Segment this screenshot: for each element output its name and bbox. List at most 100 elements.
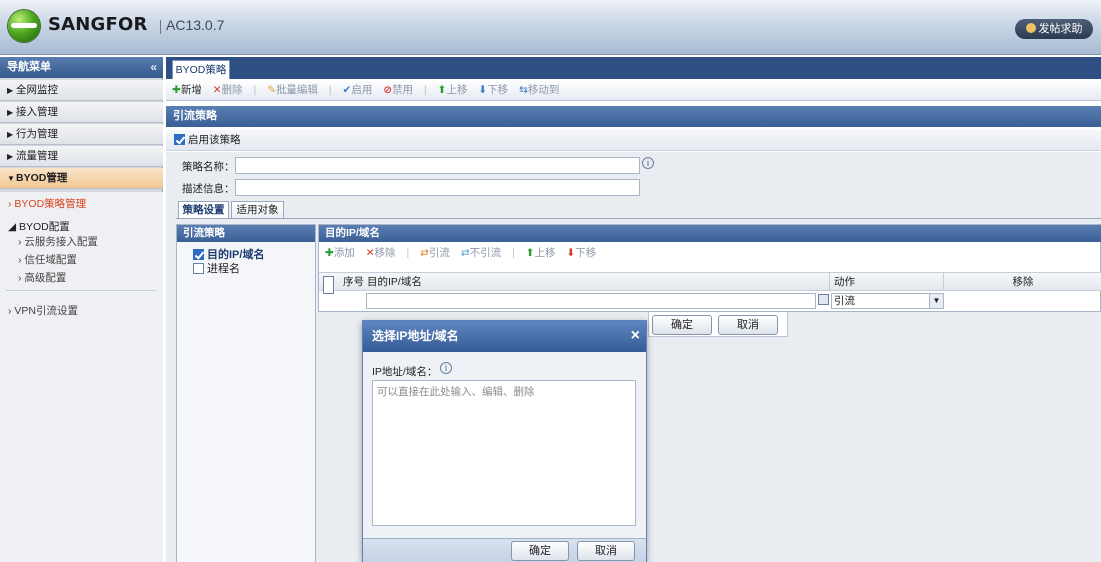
sidebar-item-traffic-mgmt[interactable]: ▶ 流量管理 (0, 146, 163, 167)
sidebar-submenu: › BYOD策略管理 ◢ BYOD配置 › 云服务接入配置 › 信任域配置 › … (0, 192, 163, 562)
chevron-down-icon[interactable]: ▼ (929, 294, 943, 308)
product-version: AC13.0.7 (166, 17, 225, 33)
delete-button[interactable]: ✕删除 (213, 84, 243, 96)
move-down-label: 下移 (487, 84, 509, 96)
dest-up-button[interactable]: ⬆上移 (526, 247, 556, 259)
sidebar-sub-label: VPN引流设置 (14, 305, 79, 317)
action-select[interactable]: 引流 ▼ (831, 293, 944, 309)
chevron-right-icon: ▶ (7, 152, 14, 161)
sidebar-sub-byod-policy[interactable]: › BYOD策略管理 (8, 196, 86, 211)
main-toolbar: ✚新增 ✕删除 | ✎批量编辑 | ✔启用 ⊘禁用 | ⬆上移 ⬇下移 ⇆移动到 (166, 79, 1101, 101)
dialog-body: IP地址/域名： i 可以直接在此处输入、编辑、删除 (363, 352, 646, 538)
toolbar-separator: | (253, 84, 257, 96)
ip-domain-textarea[interactable]: 可以直接在此处输入、编辑、删除 (372, 380, 636, 526)
dest-no-redirect-button[interactable]: ⇄不引流 (461, 247, 501, 259)
chevron-right-icon: ▶ (7, 86, 14, 95)
plus-icon: ✚ (172, 84, 181, 96)
tab-byod-policy[interactable]: BYOD策略 (172, 60, 230, 79)
dest-down-label: 下移 (575, 247, 597, 259)
enable-policy-label: 启用该策略 (188, 134, 241, 146)
dialog-confirm-button[interactable]: 确定 (511, 541, 569, 561)
chevron-right-icon: ▶ (7, 130, 14, 139)
disable-button[interactable]: ⊘禁用 (383, 84, 413, 96)
destination-toolbar: ✚添加 ✕移除 | ⇄引流 ⇄不引流 | ⬆上移 ⬇下移 (319, 244, 1101, 262)
tab-policy-settings[interactable]: 策略设置 (178, 201, 229, 219)
plus-icon: ✚ (325, 247, 334, 259)
tab-applicable-objects[interactable]: 适用对象 (231, 201, 284, 219)
destination-table-header: 序号 目的IP/域名 动作 移除 (319, 272, 1101, 294)
sidebar-item-access-mgmt[interactable]: ▶ 接入管理 (0, 102, 163, 123)
sidebar-sub-vpn[interactable]: › VPN引流设置 (8, 303, 78, 318)
arrow-down-icon: ⬇ (478, 84, 488, 96)
dest-down-button[interactable]: ⬇下移 (566, 247, 596, 259)
user-icon (1025, 23, 1036, 33)
arrow-down-icon: ⬇ (566, 247, 576, 259)
sidebar-item-behavior-mgmt[interactable]: ▶ 行为管理 (0, 124, 163, 145)
sidebar-title-text: 导航菜单 (7, 61, 51, 73)
section-title: 引流策略 (166, 106, 1101, 127)
policy-item-label: 进程名 (207, 263, 240, 275)
sidebar-item-label: 流量管理 (16, 150, 58, 162)
add-button[interactable]: ✚新增 (172, 84, 202, 96)
process-checkbox[interactable] (193, 263, 204, 274)
dest-target-input[interactable] (366, 293, 816, 309)
close-icon[interactable]: × (631, 321, 640, 350)
enable-button[interactable]: ✔启用 (343, 84, 373, 96)
picker-icon[interactable] (818, 294, 829, 305)
dest-add-button[interactable]: ✚添加 (325, 247, 355, 259)
redirect-policy-header: 引流策略 (177, 225, 315, 242)
tab-divider (176, 218, 1101, 219)
redirect-policy-list: 目的IP/域名 进程名 (177, 242, 315, 562)
destination-panel: 目的IP/域名 ✚添加 ✕移除 | ⇄引流 ⇄不引流 | ⬆上移 ⬇下移 序号 … (318, 224, 1101, 312)
brand-separator (160, 20, 161, 34)
dialog-cancel-button[interactable]: 取消 (577, 541, 635, 561)
column-target: 目的IP/域名 (367, 276, 422, 288)
confirm-button[interactable]: 确定 (652, 315, 712, 335)
delete-label: 删除 (221, 84, 243, 96)
dialog-title: 选择IP地址/域名 × (363, 321, 646, 352)
ip-domain-label: IP地址/域名： (372, 366, 438, 378)
sidebar-sub-label: 云服务接入配置 (24, 236, 98, 248)
description-label: 描述信息： (182, 183, 235, 195)
info-icon: i (642, 157, 654, 169)
move-up-label: 上移 (446, 84, 468, 96)
collapse-sidebar-icon[interactable]: « (150, 57, 157, 78)
dest-redirect-button[interactable]: ⇄引流 (420, 247, 450, 259)
destination-header: 目的IP/域名 (319, 225, 1101, 242)
arrow-up-icon: ⬆ (525, 247, 535, 259)
batch-edit-button[interactable]: ✎批量编辑 (267, 84, 318, 96)
move-to-button[interactable]: ⇆移动到 (519, 84, 559, 96)
sidebar-sub-trust-domain[interactable]: › 信任域配置 (18, 252, 77, 267)
sidebar: 导航菜单 « ▶ 全网监控 ▶ 接入管理 ▶ 行为管理 ▶ 流量管理 ▼BYOD管理 ›… (0, 57, 163, 562)
description-input[interactable] (235, 179, 640, 196)
enable-policy-checkbox[interactable] (174, 134, 185, 145)
chevron-right-icon: ▶ (7, 108, 14, 117)
check-icon: ✔ (342, 84, 352, 96)
sidebar-item-label: 行为管理 (16, 128, 58, 140)
toolbar-separator: | (328, 84, 332, 96)
sidebar-item-label: 全网监控 (16, 84, 58, 96)
cancel-button[interactable]: 取消 (718, 315, 778, 335)
move-up-button[interactable]: ⬆上移 (438, 84, 468, 96)
policy-item-process[interactable]: 进程名 (193, 260, 240, 276)
delete-icon: ✕ (212, 84, 222, 96)
dest-remove-button[interactable]: ✕移除 (366, 247, 396, 259)
help-label: 发帖求助 (1038, 23, 1083, 35)
dest-ip-checkbox[interactable] (193, 249, 204, 260)
move-to-icon: ⇆ (519, 84, 528, 96)
sidebar-sub-advanced[interactable]: › 高级配置 (18, 270, 66, 285)
sidebar-sub-label: BYOD配置 (19, 221, 70, 233)
move-to-label: 移动到 (527, 84, 560, 96)
dest-add-label: 添加 (333, 247, 355, 259)
sidebar-sub-byod-config[interactable]: ◢ BYOD配置 (8, 219, 70, 234)
policy-name-input[interactable] (235, 157, 640, 174)
sidebar-item-network-monitor[interactable]: ▶ 全网监控 (0, 80, 163, 101)
sidebar-sub-cloud-access[interactable]: › 云服务接入配置 (18, 234, 98, 249)
help-button[interactable]: 发帖求助 (1015, 19, 1093, 39)
sidebar-item-label: 接入管理 (16, 106, 58, 118)
sidebar-item-byod-mgmt[interactable]: ▼BYOD管理 (0, 168, 163, 189)
move-down-button[interactable]: ⬇下移 (478, 84, 508, 96)
tab-bar (166, 57, 1101, 79)
no-redirect-icon: ⇄ (460, 247, 470, 259)
toolbar-separator: | (512, 247, 515, 259)
